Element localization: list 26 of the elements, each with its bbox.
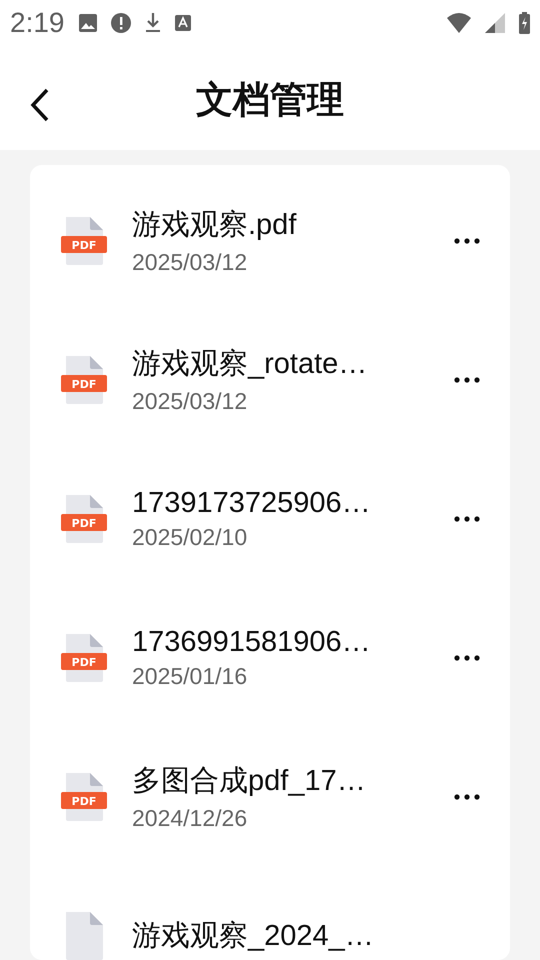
back-icon [30, 88, 50, 122]
status-time: 2:19 [10, 6, 64, 38]
file-name[interactable]: 游戏观察_rotate… [132, 344, 448, 384]
file-date: 2025/03/12 [132, 388, 248, 415]
file-name[interactable]: 多图合成pdf_17… [132, 761, 448, 801]
signal-icon [485, 12, 505, 32]
wifi-icon [447, 12, 471, 32]
font-icon [174, 14, 190, 30]
more-icon [454, 238, 480, 244]
alert-icon [110, 12, 130, 32]
file-name[interactable]: 1739173725906… [132, 486, 448, 520]
more-icon [454, 794, 480, 800]
battery-icon [519, 12, 530, 34]
file-date: 2025/02/10 [132, 524, 248, 550]
file-date: 2024/12/26 [132, 805, 248, 832]
file-name[interactable]: 游戏观察_2024_… [132, 916, 486, 956]
page-title: 文档管理 [196, 77, 344, 123]
file-name[interactable]: 1736991581906… [132, 626, 448, 658]
more-icon [454, 654, 480, 660]
more-icon [454, 516, 480, 522]
file-name[interactable]: 游戏观察.pdf [132, 205, 448, 245]
file-date: 2025/03/12 [132, 249, 248, 276]
more-icon [454, 376, 480, 382]
image-icon [78, 14, 96, 32]
file-date: 2025/01/16 [132, 662, 248, 690]
download-icon [144, 12, 160, 32]
